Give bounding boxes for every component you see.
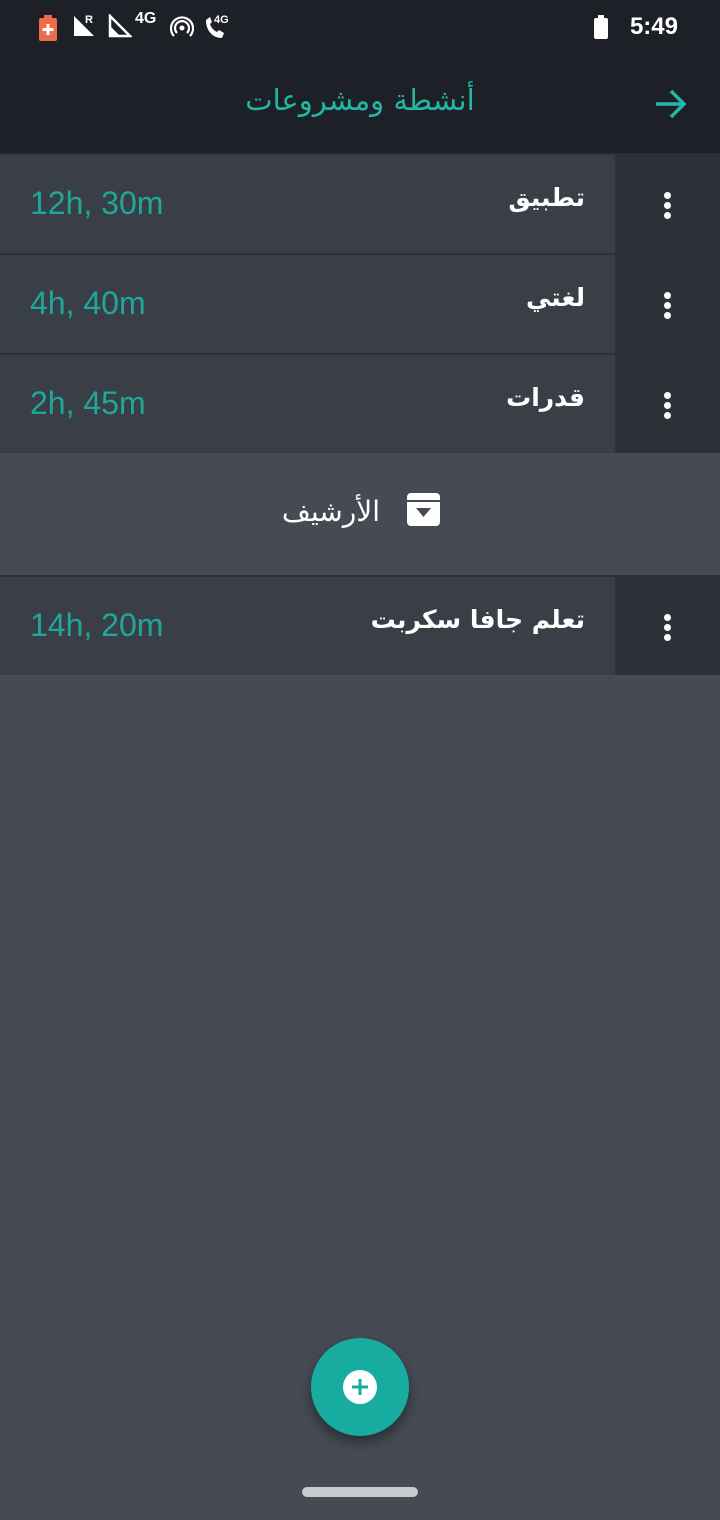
more-vert-icon-dot xyxy=(664,212,671,219)
project-list: تطبيق 12h, 30m لغتي 4h, 40m قدرات 2h, 45… xyxy=(0,153,720,675)
project-duration: 4h, 40m xyxy=(30,285,146,321)
hotspot-icon xyxy=(170,16,194,37)
project-row[interactable]: لغتي 4h, 40m xyxy=(0,253,720,353)
project-name: لغتي xyxy=(526,283,585,312)
more-vert-icon-dot xyxy=(664,302,671,309)
project-row[interactable]: قدرات 2h, 45m xyxy=(0,353,720,453)
more-options-button[interactable] xyxy=(615,355,720,453)
project-duration: 2h, 45m xyxy=(30,385,146,421)
more-options-button[interactable] xyxy=(615,255,720,353)
gesture-handle[interactable] xyxy=(302,1487,418,1497)
signal-icon xyxy=(108,14,132,38)
navigation-bar xyxy=(0,1466,720,1520)
app-bar: أنشطة ومشروعات xyxy=(0,55,720,153)
project-name: تعلم جافا سكربت xyxy=(370,605,585,634)
roaming-label: R xyxy=(85,14,93,26)
project-name: تطبيق xyxy=(508,183,585,212)
arrow-right-icon[interactable] xyxy=(654,89,688,119)
signal-roaming-icon: R xyxy=(74,14,94,36)
status-time: 5:49 xyxy=(629,13,678,40)
more-vert-icon-dot xyxy=(664,412,671,419)
more-vert-icon xyxy=(664,392,671,399)
add-icon xyxy=(343,1370,377,1404)
more-vert-icon-dot xyxy=(664,634,671,641)
status-bar: R 4G 4G 5:49 xyxy=(0,0,720,55)
more-vert-icon-dot xyxy=(664,624,671,631)
archived-project-row[interactable]: تعلم جافا سكربت 14h, 20m xyxy=(0,575,720,675)
page-title: أنشطة ومشروعات xyxy=(245,83,475,117)
volte-call-icon: 4G xyxy=(206,14,229,38)
network-type-label: 4G xyxy=(135,10,157,27)
add-project-button[interactable] xyxy=(311,1338,409,1436)
more-options-button[interactable] xyxy=(615,577,720,675)
project-name: قدرات xyxy=(506,383,585,412)
more-vert-icon-dot xyxy=(664,312,671,319)
more-vert-icon xyxy=(664,192,671,199)
project-duration: 14h, 20m xyxy=(30,607,164,643)
more-vert-icon-dot xyxy=(664,402,671,409)
more-vert-icon xyxy=(664,614,671,621)
battery-icon xyxy=(594,15,608,39)
call-network-label: 4G xyxy=(214,14,229,26)
battery-saver-icon xyxy=(39,15,57,41)
archive-icon xyxy=(407,493,440,526)
archive-header[interactable]: الأرشيف xyxy=(0,453,720,575)
more-options-button[interactable] xyxy=(615,155,720,253)
more-vert-icon xyxy=(664,292,671,299)
archive-label: الأرشيف xyxy=(281,495,380,528)
project-row[interactable]: تطبيق 12h, 30m xyxy=(0,153,720,253)
more-vert-icon-dot xyxy=(664,202,671,209)
project-duration: 12h, 30m xyxy=(30,185,164,221)
